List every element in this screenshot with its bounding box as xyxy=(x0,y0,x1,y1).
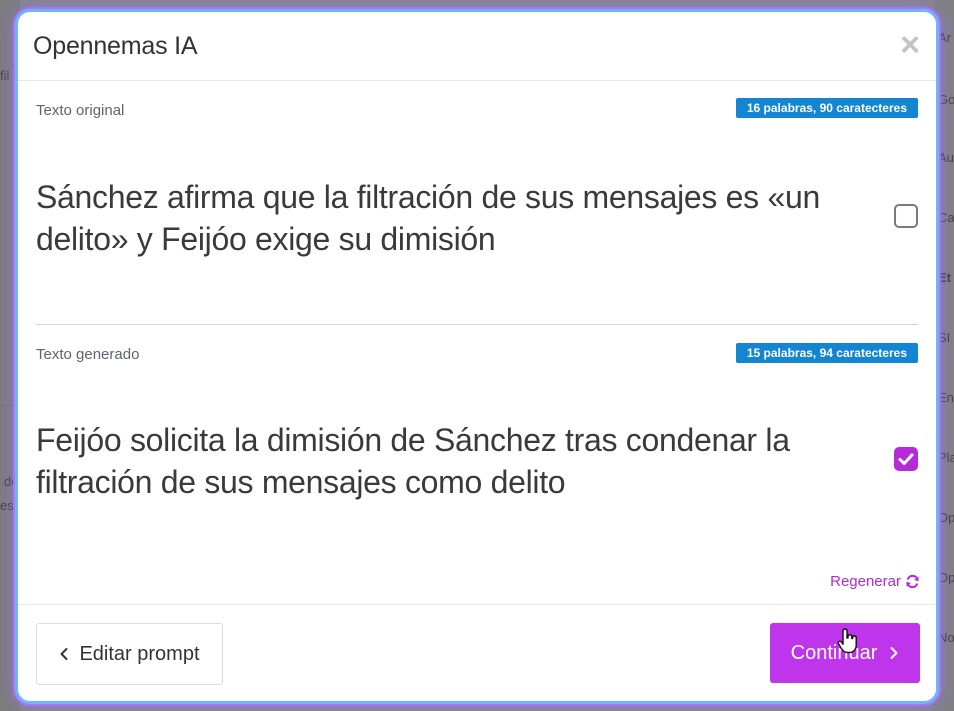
close-icon: × xyxy=(900,26,920,64)
background-word: No xyxy=(938,630,954,645)
original-word-count-badge: 16 palabras, 90 caratecteres xyxy=(735,98,918,118)
background-word: Au xyxy=(938,150,954,165)
refresh-icon xyxy=(906,574,919,589)
modal-footer: Editar prompt Continuar xyxy=(18,604,936,701)
background-word: Go xyxy=(938,92,954,107)
checkmark-icon xyxy=(898,453,914,465)
background-word: Op xyxy=(938,570,954,585)
edit-prompt-button[interactable]: Editar prompt xyxy=(36,623,223,685)
background-word: En xyxy=(938,390,954,405)
regenerate-link[interactable]: Regenerar xyxy=(830,573,920,590)
background-word: fil xyxy=(0,68,10,83)
generated-text-checkbox[interactable] xyxy=(894,447,918,471)
modal-title: Opennemas IA xyxy=(33,32,198,60)
original-text-checkbox[interactable] xyxy=(894,204,918,228)
background-word: Et xyxy=(938,270,951,285)
generated-word-count-badge: 15 palabras, 94 caratecteres xyxy=(735,343,918,363)
background-word: Ca xyxy=(938,210,954,225)
background-word: Ar xyxy=(938,30,951,45)
hand-cursor-icon xyxy=(837,628,857,654)
background-word: SI xyxy=(938,330,951,345)
background-divider xyxy=(0,405,18,406)
generated-text-label: Texto generado xyxy=(36,346,140,363)
background-word: es xyxy=(0,498,14,513)
original-text-label: Texto original xyxy=(36,102,125,119)
chevron-right-icon xyxy=(890,647,898,659)
generated-text-section: Texto generado 15 palabras, 94 caratecte… xyxy=(36,325,918,595)
generated-text: Feijóo solicita la dimisión de Sánchez t… xyxy=(36,422,790,500)
regenerate-label: Regenerar xyxy=(830,573,901,590)
background-word: Pla xyxy=(938,450,954,465)
edit-prompt-label: Editar prompt xyxy=(79,642,200,665)
modal-header: Opennemas IA × xyxy=(18,12,936,81)
original-text-section: Texto original 16 palabras, 90 caratecte… xyxy=(36,80,918,325)
ai-modal: Opennemas IA × Texto original 16 palabra… xyxy=(18,12,936,701)
background-left-strip xyxy=(0,0,20,711)
background-word: Op xyxy=(938,510,954,525)
original-text: Sánchez afirma que la filtración de sus … xyxy=(36,179,820,257)
close-button[interactable]: × xyxy=(898,28,922,62)
chevron-left-icon xyxy=(60,648,68,660)
continue-label: Continuar xyxy=(790,641,878,664)
background-word: de xyxy=(4,474,19,489)
